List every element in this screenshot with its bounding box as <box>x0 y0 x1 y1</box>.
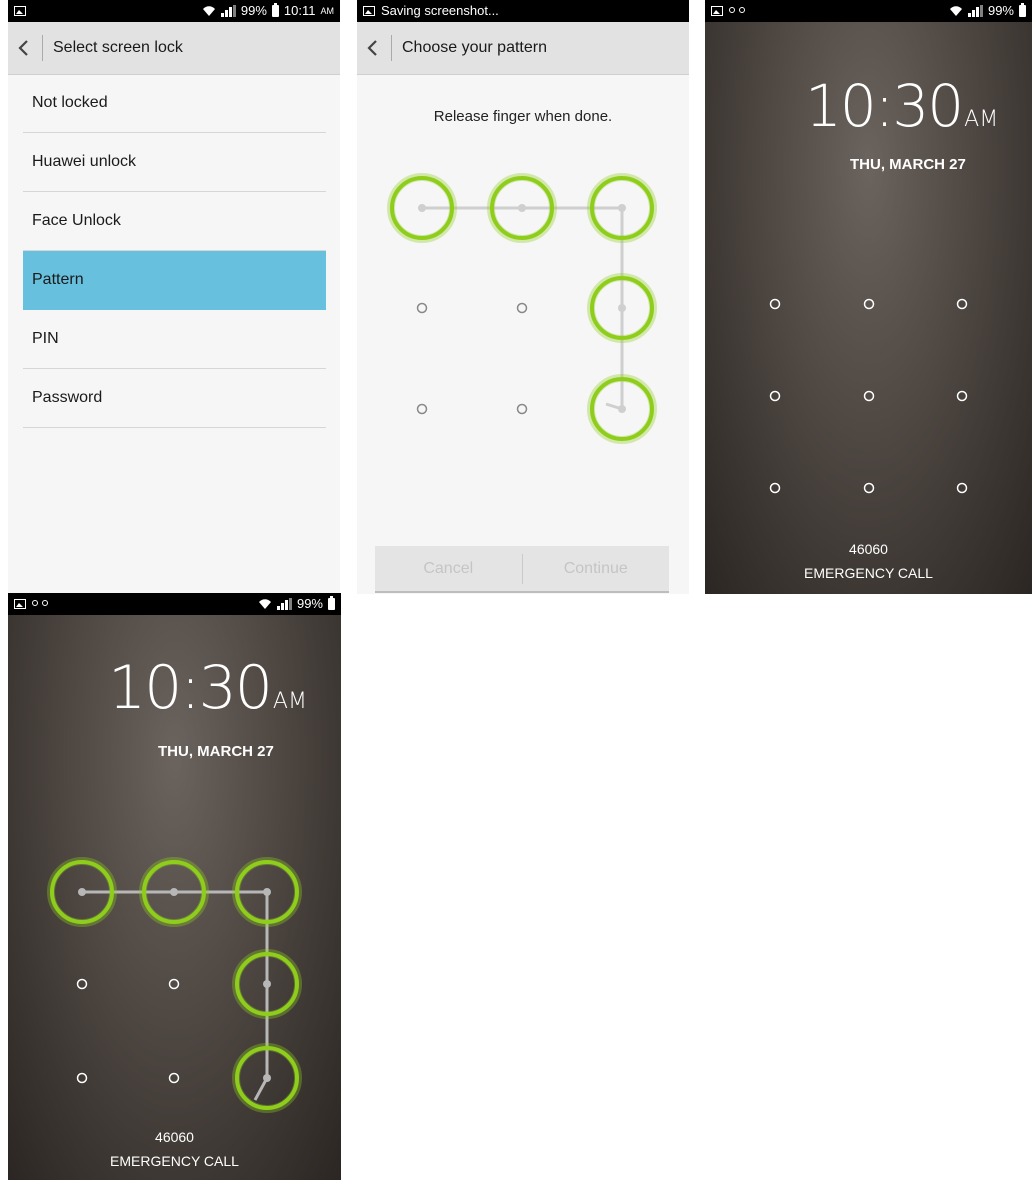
pattern-node-center <box>618 304 626 312</box>
screen-lockscreen-idle: 99% 10:30AM THU, MARCH 27 46060 EMERGENC… <box>705 0 1032 594</box>
option-not-locked[interactable]: Not locked <box>23 74 326 133</box>
cancel-button[interactable]: Cancel <box>375 560 522 578</box>
pattern-node[interactable] <box>769 390 781 402</box>
signal-icon <box>220 5 236 17</box>
pattern-node-center <box>170 888 178 896</box>
status-time: 10:11 <box>283 3 316 18</box>
pattern-node[interactable] <box>769 298 781 310</box>
pattern-node-center <box>263 980 271 988</box>
pattern-node[interactable] <box>76 978 88 990</box>
pattern-node[interactable] <box>956 390 968 402</box>
pattern-node[interactable] <box>168 978 180 990</box>
pattern-node-center <box>618 405 626 413</box>
back-arrow-icon[interactable] <box>8 22 38 74</box>
pattern-node-center <box>418 204 426 212</box>
battery-percent: 99% <box>240 3 267 18</box>
status-ampm: AM <box>320 6 335 16</box>
pattern-node-center <box>618 204 626 212</box>
screen-lockscreen-drawing: 99% 10:30AM THU, MARCH 27 46060 EMERGENC… <box>8 593 341 1180</box>
pattern-node[interactable] <box>416 403 428 415</box>
status-bar: 99% 10:11 AM <box>8 0 340 22</box>
page-title: Select screen lock <box>53 39 183 56</box>
emergency-call-button[interactable]: EMERGENCY CALL <box>8 1153 341 1169</box>
pattern-node[interactable] <box>416 302 428 314</box>
pattern-grid[interactable] <box>357 0 689 594</box>
continue-button[interactable]: Continue <box>523 560 670 578</box>
pattern-node[interactable] <box>769 482 781 494</box>
carrier-name: 46060 <box>849 541 888 557</box>
pattern-node[interactable] <box>516 302 528 314</box>
pattern-node-center <box>518 204 526 212</box>
pattern-node[interactable] <box>76 1072 88 1084</box>
pattern-node-center <box>78 888 86 896</box>
screen-choose-pattern: Saving screenshot... Choose your pattern… <box>357 0 689 594</box>
pattern-node-center <box>263 888 271 896</box>
action-bar: Select screen lock <box>8 22 340 75</box>
pattern-node[interactable] <box>168 1072 180 1084</box>
option-huawei-unlock[interactable]: Huawei unlock <box>23 133 326 192</box>
wifi-icon <box>202 6 215 17</box>
battery-icon <box>271 3 279 17</box>
pattern-node-center <box>263 1074 271 1082</box>
emergency-call-button[interactable]: EMERGENCY CALL <box>705 565 1032 581</box>
option-pin[interactable]: PIN <box>23 310 326 369</box>
screen-select-screen-lock: 99% 10:11 AM Select screen lock Not lock… <box>8 0 340 594</box>
pattern-node[interactable] <box>956 298 968 310</box>
pattern-node[interactable] <box>863 482 875 494</box>
lock-options-list: Not locked Huawei unlock Face Unlock Pat… <box>23 74 326 428</box>
pattern-node[interactable] <box>863 298 875 310</box>
title-divider <box>42 35 43 61</box>
button-bar: Cancel Continue <box>375 546 669 593</box>
option-face-unlock[interactable]: Face Unlock <box>23 192 326 251</box>
pattern-node[interactable] <box>956 482 968 494</box>
carrier-name: 46060 <box>155 1129 194 1145</box>
screenshot-icon <box>14 6 26 16</box>
option-pattern[interactable]: Pattern <box>23 251 326 310</box>
pattern-node[interactable] <box>863 390 875 402</box>
pattern-grid[interactable] <box>8 593 341 1180</box>
option-password[interactable]: Password <box>23 369 326 428</box>
pattern-node[interactable] <box>516 403 528 415</box>
pattern-grid[interactable] <box>705 0 1032 594</box>
